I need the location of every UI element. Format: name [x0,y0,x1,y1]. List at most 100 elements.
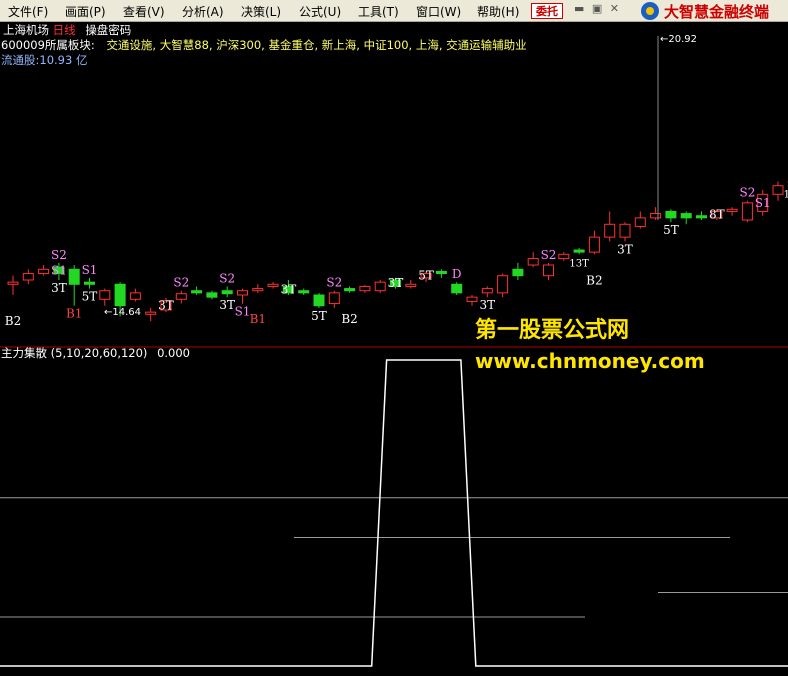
signal-label: 5T [418,269,434,283]
signal-label: 3T [158,298,174,312]
menu-formula[interactable]: 公式(U) [299,3,341,20]
candle-body [38,268,50,275]
menu-decision[interactable]: 决策(L) [241,3,281,20]
high-price-label: ←20.92 [660,34,697,45]
sector-line: 600009所属板块: 交通设施, 大智慧88, 沪深300, 基金重仓, 新上… [1,37,527,53]
candle-body [772,185,784,195]
signal-label: S2 [326,276,342,290]
candle-body [619,223,631,238]
candle-body [741,202,753,221]
signal-label: 8T [709,208,725,222]
candle-body [573,249,585,253]
indicator-title[interactable]: 主力集散 [1,346,47,360]
chart-area[interactable]: S2 S1 3T B1 S1 5T B2 S2 3T S2 3T S1 B1 3T S2 5T B2 3T 5T D 3… [0,22,788,672]
signal-label: B2 [586,273,602,287]
candle-body [558,253,570,260]
menu-screen[interactable]: 画面(P) [65,3,106,20]
candle-body [451,283,463,294]
menu-help[interactable]: 帮助(H) [477,3,519,20]
indicator-value: 0.000 [157,346,191,360]
signal-label: 13T [569,258,589,269]
window-controls[interactable]: ▬ ▣ ✕ [574,2,621,15]
candle-body [328,292,340,305]
watermark-url: www.chnmoney.com [475,349,705,373]
menu-analysis[interactable]: 分析(A) [182,3,224,20]
candle-body [313,294,325,307]
signal-label: 5T [663,223,679,237]
candle-body [497,275,509,294]
candle-body [344,288,356,292]
period-label[interactable]: 日线 [53,23,76,37]
candle-body [650,213,662,219]
candle-body [527,258,539,266]
sector-label: 600009所属板块: [1,38,95,52]
sector-list[interactable]: 交通设施, 大智慧88, 沪深300, 基金重仓, 新上海, 中证100, 上海… [106,38,526,52]
candle-body [665,210,677,219]
chart-title-line: 上海机场 日线 操盘密码 [3,22,131,38]
signal-label: 3T [51,281,67,295]
brand-title: 大智慧金融终端 [664,3,770,21]
candle-body [175,293,187,300]
candle-body [696,215,707,219]
candle-body [206,292,218,298]
candle-body [221,290,233,295]
indicator-header: 主力集散 (5,10,20,60,120) 0.000 [1,345,190,361]
signal-label: 3T [281,283,297,297]
signal-label: 13T [784,190,788,201]
signal-label: S2 [173,276,189,290]
signal-label: D [452,267,462,281]
signal-label: S1 [82,263,98,277]
candle-body [374,281,386,292]
candle-body [22,273,34,281]
signal-label: 5T [82,290,98,304]
candle-body [129,292,141,300]
candle-body [588,236,600,253]
signal-label: 3T [388,276,404,290]
candle-body [84,281,95,285]
signal-label: B1 [66,307,82,321]
candle-body [435,270,447,275]
float-shares: 流通股:10.93 亿 [1,53,88,67]
indicator-name: 操盘密码 [85,23,132,37]
candle-body [298,290,310,294]
candle-body [145,311,157,315]
low-price-label: ←14.64 [104,307,141,318]
candle-body [481,288,493,294]
menu-window[interactable]: 窗口(W) [416,3,461,20]
candle-body [726,208,738,212]
trade-button[interactable]: 委托 [531,3,563,19]
signal-label: S2 [739,186,755,200]
signal-label: 3T [479,298,495,312]
candle-body [543,264,554,277]
menu-view[interactable]: 查看(V) [123,3,165,20]
signal-label: S2 [219,271,235,285]
menu-tools[interactable]: 工具(T) [358,3,399,20]
candle-body [359,285,371,292]
menu-file[interactable]: 文件(F) [8,3,48,20]
candle-body [634,217,646,227]
stock-name: 上海机场 [3,23,49,37]
candle-body [114,283,126,307]
signal-label: 3T [219,298,235,312]
candle-body [405,283,417,287]
candle-body [237,290,248,296]
signal-label: S1 [235,305,251,319]
brand-logo-icon [641,2,659,20]
signal-label: B2 [5,314,21,328]
candle-body [512,268,524,277]
signal-label: S2 [51,248,67,262]
signal-label: 3T [617,242,633,256]
candle-body [604,223,616,238]
indicator-line [0,359,788,667]
indicator-params: (5,10,20,60,120) [50,346,148,360]
watermark-title: 第一股票公式网 [475,318,630,343]
menu-bar: 文件(F) 画面(P) 查看(V) 分析(A) 决策(L) 公式(U) 工具(T… [0,0,788,22]
candle-body [252,288,264,292]
candle-body [267,283,279,287]
candle-body [191,290,203,294]
signal-label: S1 [51,263,67,277]
candle-body [7,281,19,285]
signal-label: S1 [755,196,771,210]
signal-label: B1 [250,312,266,326]
signal-label: S2 [541,248,557,262]
